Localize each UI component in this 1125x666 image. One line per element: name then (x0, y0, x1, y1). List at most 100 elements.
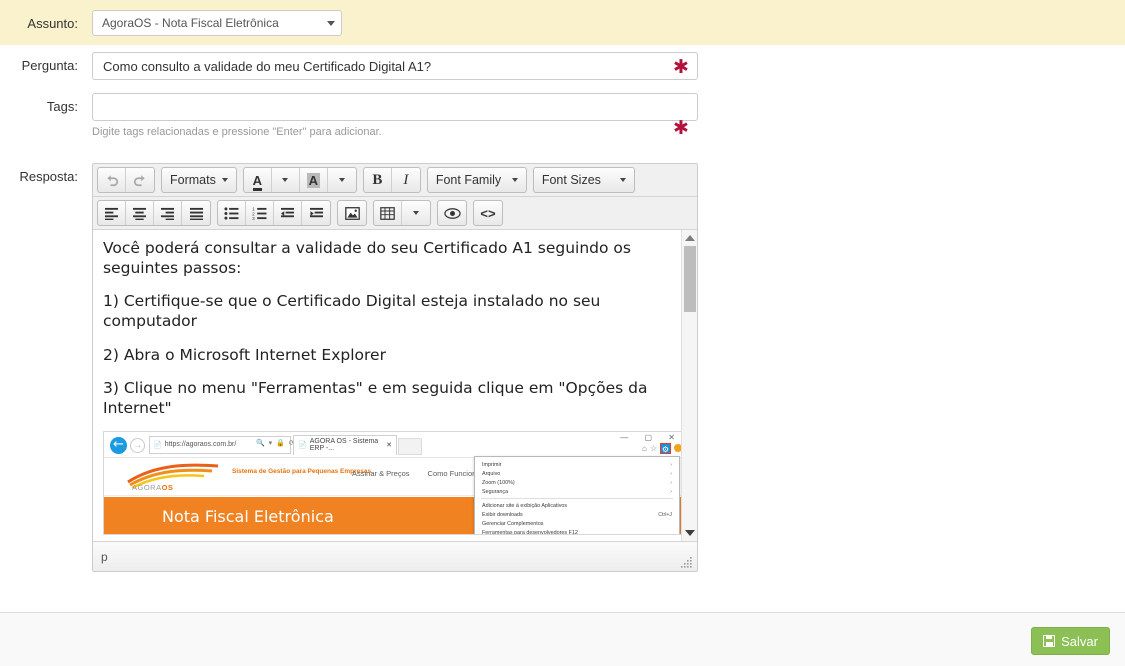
font-family-dropdown[interactable]: Font Family (428, 168, 526, 192)
menu-item-imprimir[interactable]: Imprimir › (475, 460, 679, 469)
undo-icon[interactable] (98, 168, 126, 192)
menu-item-arquivo[interactable]: Arquivo › (475, 469, 679, 478)
font-family-group: Font Family (426, 167, 527, 193)
question-label: Pergunta: (21, 58, 78, 73)
chevron-down-icon (413, 211, 419, 215)
editor-element-path[interactable]: p (101, 550, 108, 564)
question-input[interactable]: Como consulto a validade do meu Certific… (92, 52, 698, 80)
formats-dropdown[interactable]: Formats (162, 168, 236, 192)
align-left-icon[interactable] (98, 201, 126, 225)
color-group: A A (242, 167, 357, 193)
browser-tab[interactable]: 📄 AGORA OS - Sistema ERP -... ✕ (293, 434, 397, 455)
chevron-down-icon (511, 178, 518, 182)
menu-item-label: Adicionar site à exibição Aplicativos (482, 502, 568, 509)
new-tab-button[interactable] (398, 437, 422, 455)
floppy-disk-icon (1043, 635, 1056, 647)
scrollbar-thumb[interactable] (684, 246, 696, 312)
editor-paragraph-4: 3) Clique no menu "Ferramentas" e em seg… (103, 378, 648, 417)
align-group (97, 200, 211, 226)
subject-select[interactable]: AgoraOS - Nota Fiscal Eletrônica (92, 10, 342, 36)
editor-toolbar-row-1: Formats A A B I Font Family Font Sizes (93, 164, 697, 197)
arrow-left-icon[interactable]: ← (110, 436, 127, 454)
bullet-list-icon[interactable] (218, 201, 246, 225)
align-center-icon[interactable] (126, 201, 154, 225)
subject-select-value: AgoraOS - Nota Fiscal Eletrônica (102, 16, 279, 30)
menu-item-label: Exibir downloads (482, 512, 523, 518)
browser-right-icons: ⌂ ☆ ⚙ (642, 442, 682, 454)
browser-url-text: https://agoraos.com.br/ (164, 441, 237, 449)
scroll-up-icon[interactable] (685, 235, 695, 241)
list-indent-group: 123 (217, 200, 331, 226)
close-icon[interactable]: ✕ (386, 441, 392, 449)
numbered-list-icon[interactable]: 123 (246, 201, 274, 225)
preview-icon[interactable] (438, 201, 466, 225)
insert-table-icon[interactable] (374, 201, 402, 225)
embedded-browser-screenshot: ← → 📄 https://agoraos.com.br/ 🔍 ▾ 🔒 ⟳ 📄 … (103, 430, 687, 535)
chevron-down-icon (221, 178, 228, 182)
menu-item-zoom[interactable]: Zoom (100%) › (475, 478, 679, 487)
align-right-icon[interactable] (154, 201, 182, 225)
insert-table-dropdown[interactable] (402, 201, 430, 225)
menu-item-label: Imprimir (482, 461, 502, 468)
site-nav: Assinar & Preços Como Funciona ▾ (352, 469, 486, 478)
editor-paragraph-1: Você poderá consultar a validade do seu … (103, 239, 631, 278)
preview-group (437, 200, 467, 226)
chevron-right-icon: › (670, 479, 672, 486)
chevron-right-icon: › (670, 461, 672, 468)
svg-text:3: 3 (252, 216, 255, 220)
menu-item-adicionar-site[interactable]: Adicionar site à exibição Aplicativos (475, 501, 679, 510)
menu-item-label: Zoom (100%) (482, 479, 515, 486)
subject-row: Assunto: AgoraOS - Nota Fiscal Eletrônic… (0, 10, 342, 36)
background-color-dropdown[interactable] (328, 168, 356, 192)
favorites-icon[interactable]: ☆ (650, 444, 657, 453)
background-color-letter: A (306, 172, 321, 188)
menu-item-label: Segurança (482, 488, 509, 495)
logo-text-b: OS (161, 482, 174, 492)
editor-paragraph-2: 1) Certifique-se que o Certificado Digit… (103, 292, 601, 331)
menu-item-gerenciar-complementos[interactable]: Gerenciar Complementos (475, 520, 679, 529)
answer-label: Resposta: (19, 169, 78, 184)
chevron-down-icon (338, 178, 345, 182)
editor-toolbar-row-2: 123 <> (93, 197, 697, 230)
chevron-down-icon (282, 178, 289, 182)
align-justify-icon[interactable] (182, 201, 210, 225)
tab-favicon: 📄 (298, 442, 307, 450)
insert-image-icon[interactable] (338, 201, 366, 225)
menu-item-accelerator: Ctrl+J (658, 512, 672, 518)
font-sizes-dropdown[interactable]: Font Sizes (534, 168, 634, 192)
page-footer: Salvar (0, 612, 1125, 666)
source-code-group: <> (473, 200, 503, 226)
tags-hint: Digite tags relacionadas e pressione "En… (92, 126, 382, 138)
resize-handle-icon[interactable] (681, 556, 693, 568)
arrow-right-icon[interactable]: → (130, 437, 145, 453)
text-color-dropdown[interactable] (272, 168, 300, 192)
gear-icon[interactable]: ⚙ (660, 442, 671, 454)
tags-input[interactable] (92, 93, 698, 121)
menu-item-seguranca[interactable]: Segurança › (475, 487, 679, 496)
menu-item-exibir-downloads[interactable]: Exibir downloads Ctrl+J (475, 510, 679, 519)
redo-icon[interactable] (126, 168, 154, 192)
question-row: Pergunta: Como consulto a validade do me… (0, 52, 698, 80)
editor-content-area[interactable]: Você poderá consultar a validade do seu … (93, 230, 697, 541)
save-button-label: Salvar (1061, 633, 1098, 649)
chevron-right-icon: › (670, 470, 672, 477)
window-controls[interactable]: — ▢ ✕ (620, 433, 682, 442)
menu-item-ferramentas-desenvolvedores[interactable]: Ferramentas para desenvolvedores F12 (475, 529, 679, 535)
bold-button[interactable]: B (364, 168, 392, 192)
menu-item-label: Ferramentas para desenvolvedores F12 (482, 530, 578, 535)
background-color-button[interactable]: A (300, 168, 328, 192)
home-icon[interactable]: ⌂ (642, 444, 647, 453)
page-icon: 📄 (153, 441, 162, 449)
scroll-down-icon[interactable] (685, 530, 695, 536)
logo-text-a: AGORA (132, 482, 162, 492)
tags-row: Tags: Digite tags relacionadas e pressio… (0, 93, 698, 138)
source-code-icon[interactable]: <> (474, 201, 502, 225)
italic-button[interactable]: I (392, 168, 420, 192)
text-color-button[interactable]: A (244, 168, 272, 192)
indent-icon[interactable] (302, 201, 330, 225)
nav-link-pricing[interactable]: Assinar & Preços (352, 469, 410, 478)
outdent-icon[interactable] (274, 201, 302, 225)
editor-scrollbar[interactable] (681, 230, 697, 541)
save-button[interactable]: Salvar (1031, 627, 1110, 655)
text-color-letter: A (252, 172, 263, 188)
